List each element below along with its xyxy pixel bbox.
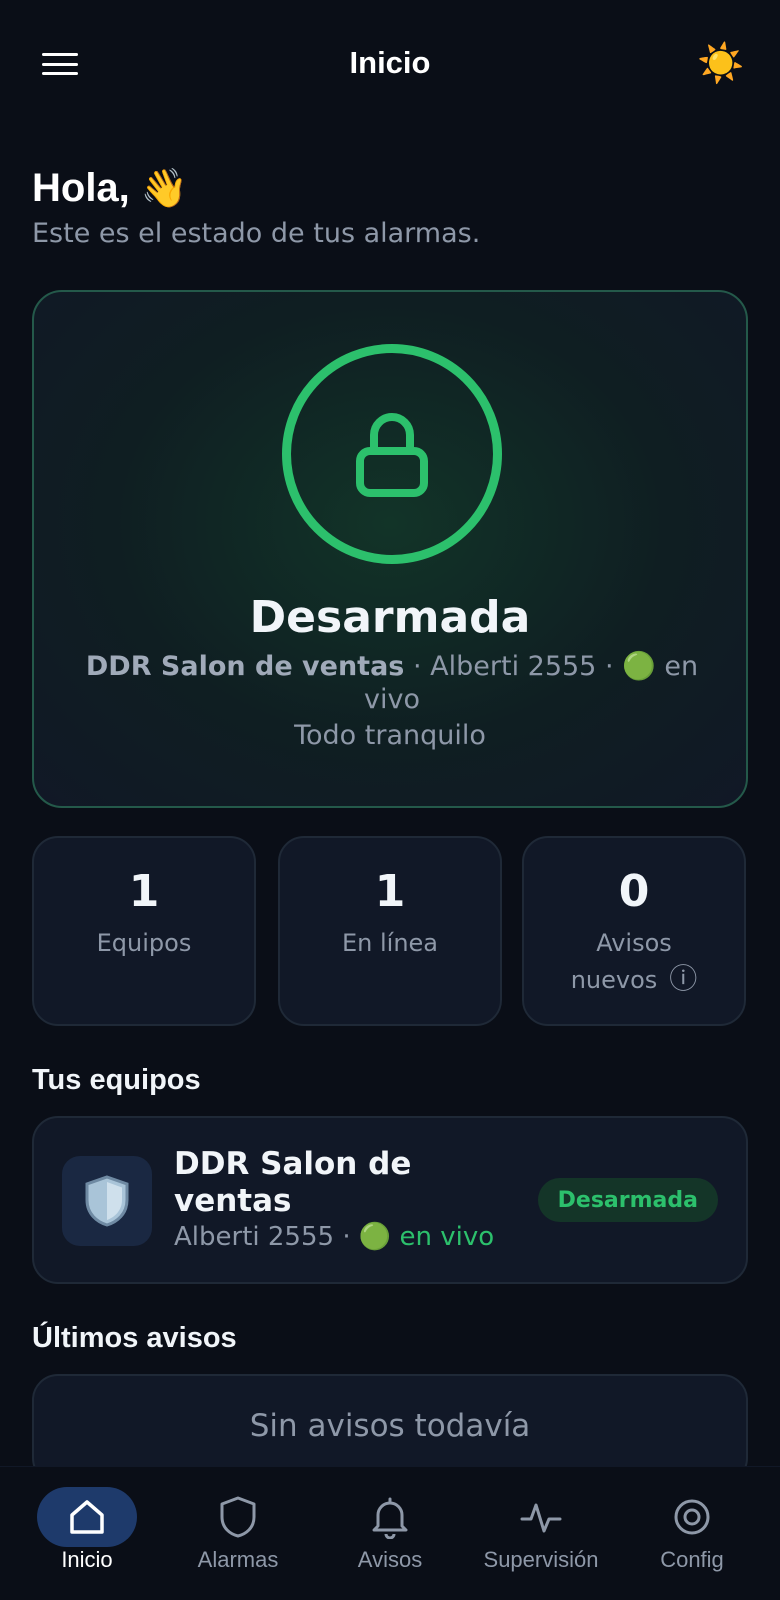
nav-icon-wrapper <box>642 1487 742 1547</box>
alarm-state-label: Desarmada <box>249 592 531 643</box>
status-location-line: DDR Salon de ventas · Alberti 2555 · 🟢 e… <box>84 650 700 716</box>
alarm-status-card[interactable]: Desarmada DDR Salon de ventas · Alberti … <box>32 290 748 808</box>
status-device-name: DDR Salon de ventas <box>85 651 405 682</box>
stat-value: 1 <box>374 866 406 917</box>
shield-icon <box>220 1496 256 1538</box>
nav-icon-wrapper <box>340 1487 440 1547</box>
device-avatar <box>62 1156 152 1246</box>
nav-icon-wrapper <box>188 1487 288 1547</box>
stat-card-online: 1 En línea <box>278 836 502 1026</box>
nav-label: Alarmas <box>197 1547 279 1572</box>
device-subtitle: Alberti 2555 · 🟢 en vivo <box>174 1222 494 1252</box>
nav-icon-wrapper <box>491 1487 591 1547</box>
status-badge: Desarmada <box>537 1178 718 1222</box>
nav-label: Avisos <box>357 1547 423 1572</box>
target-icon <box>674 1499 710 1535</box>
separator: · <box>342 1222 351 1252</box>
menu-icon-line <box>42 72 78 75</box>
status-ring <box>282 344 502 564</box>
nav-label: Supervisión <box>483 1547 599 1572</box>
stat-card-devices: 1 Equipos <box>32 836 256 1026</box>
nav-item-inicio[interactable]: Inicio <box>12 1487 162 1573</box>
greeting-text: Hola, <box>32 166 130 210</box>
nav-item-alarmas[interactable]: Alarmas <box>163 1487 313 1573</box>
stat-label-text: Avisos nuevos <box>570 929 672 994</box>
stat-label: Equipos <box>96 929 192 957</box>
shield-icon <box>85 1175 129 1227</box>
nav-item-avisos[interactable]: Avisos <box>315 1487 465 1573</box>
alerts-section-title: Últimos avisos <box>32 1322 237 1354</box>
page-title: Inicio <box>349 45 431 80</box>
stat-value: 1 <box>128 866 160 917</box>
nav-item-supervision[interactable]: Supervisión <box>466 1487 616 1573</box>
info-icon[interactable]: ⓘ <box>669 961 697 997</box>
live-dot-icon: 🟢 <box>622 651 656 682</box>
nav-item-config[interactable]: Config <box>617 1487 767 1573</box>
bell-icon <box>372 1497 408 1539</box>
stat-label: Avisos nuevos ⓘ <box>524 925 744 998</box>
nav-icon-wrapper <box>37 1487 137 1547</box>
separator: · <box>412 651 422 682</box>
top-app-bar: Inicio ☀️ <box>0 0 780 126</box>
menu-icon-line <box>42 62 78 66</box>
greeting-subtitle: Este es el estado de tus alarmas. <box>32 218 481 249</box>
device-name: DDR Salon de ventas <box>174 1146 412 1219</box>
separator: · <box>604 651 614 682</box>
home-icon <box>70 1500 104 1534</box>
lock-icon <box>356 413 428 497</box>
device-address: Alberti 2555 <box>174 1222 335 1252</box>
bottom-navigation: Inicio Alarmas Avisos Supervisión Config <box>0 1466 780 1600</box>
nav-label: Inicio <box>61 1547 113 1572</box>
stat-label: En línea <box>341 929 439 957</box>
theme-toggle-button[interactable]: ☀️ <box>697 40 745 86</box>
status-message: Todo tranquilo <box>294 720 486 751</box>
devices-section-title: Tus equipos <box>32 1064 201 1096</box>
live-label: en vivo <box>399 1222 495 1252</box>
stat-value: 0 <box>618 866 650 917</box>
menu-icon-line <box>42 53 78 56</box>
waving-hand-icon: 👋 <box>140 168 189 210</box>
activity-icon <box>520 1503 562 1533</box>
device-list-item[interactable]: DDR Salon de ventas Alberti 2555 · 🟢 en … <box>32 1116 748 1284</box>
greeting-heading: Hola, 👋 <box>32 166 188 211</box>
hamburger-menu-button[interactable] <box>38 48 82 80</box>
sun-icon: ☀️ <box>697 40 745 85</box>
nav-label: Config <box>660 1547 724 1572</box>
stat-card-new-alerts[interactable]: 0 Avisos nuevos ⓘ <box>522 836 746 1026</box>
live-dot-icon: 🟢 <box>358 1222 392 1252</box>
status-address: Alberti 2555 <box>430 651 597 682</box>
